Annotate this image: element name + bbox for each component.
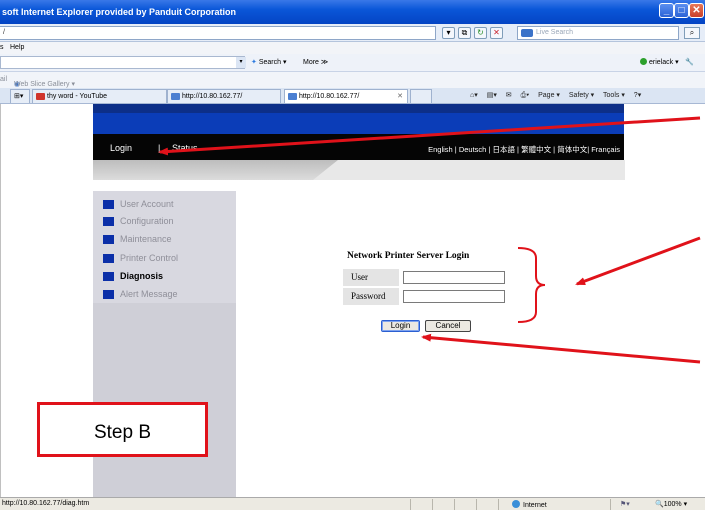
- menu-bar: s Help: [0, 42, 705, 54]
- tab-printer-2[interactable]: http://10.80.162.77/ ✕: [284, 89, 408, 103]
- password-row: Password: [343, 288, 509, 305]
- printer-nav-bar: Login | Status English | Deutsch | 日本語 |…: [93, 134, 624, 160]
- bullet-square-icon: [103, 200, 114, 209]
- printer-header-shadow: [93, 160, 625, 180]
- login-button[interactable]: Login: [381, 320, 420, 332]
- status-bar: http://10.80.162.77/diag.htm Internet ⚑▾…: [0, 497, 705, 510]
- command-safety[interactable]: Safety ▾: [569, 92, 594, 99]
- step-label: Step B: [93, 422, 152, 443]
- feeds-icon[interactable]: ▤▾: [487, 92, 497, 99]
- search-icon: ✦: [251, 59, 257, 66]
- close-button[interactable]: ✕: [689, 3, 704, 18]
- new-tab-button[interactable]: [410, 89, 432, 103]
- search-input[interactable]: Live Search: [517, 26, 679, 40]
- status-url: http://10.80.162.77/diag.htm: [2, 500, 90, 507]
- tab-youtube[interactable]: thy word - YouTube: [32, 89, 167, 103]
- toolbar-search-button[interactable]: ✦ Search ▾: [251, 58, 286, 66]
- maximize-button[interactable]: □: [674, 3, 689, 18]
- security-zone[interactable]: Internet: [512, 500, 547, 509]
- window-title: soft Internet Explorer provided by Pandu…: [2, 7, 237, 17]
- user-input[interactable]: [403, 271, 505, 284]
- favorites-bar: ail ◉ Web Slice Gallery ▾: [0, 72, 705, 88]
- maximize-icon: □: [678, 5, 685, 16]
- password-input[interactable]: [403, 290, 505, 303]
- protected-mode-icon[interactable]: ⚑▾: [620, 500, 630, 508]
- step-annotation-box: Step B: [37, 402, 208, 457]
- refresh-icon[interactable]: ↻: [474, 27, 487, 39]
- language-links[interactable]: English | Deutsch | 日本語 | 繁體中文 | 简体中文| F…: [428, 144, 620, 155]
- stop-icon[interactable]: ✕: [490, 27, 503, 39]
- close-tab-icon[interactable]: ✕: [397, 90, 403, 103]
- search-go-icon[interactable]: ⌕: [684, 27, 700, 39]
- close-icon: ✕: [692, 5, 701, 16]
- zoom-level[interactable]: 🔍100% ▾: [655, 500, 687, 508]
- printer-header-top: [93, 104, 624, 113]
- minimize-icon: _: [663, 5, 670, 16]
- mail-icon[interactable]: ✉: [506, 92, 512, 99]
- command-bar: ⌂▾ ▤▾ ✉ ⎙▾ Page ▾ Safety ▾ Tools ▾ ?▾: [470, 91, 648, 100]
- user-row: User: [343, 269, 509, 286]
- tabs-row: ⊞▾ thy word - YouTube http://10.80.162.7…: [0, 88, 705, 104]
- browser-window: soft Internet Explorer provided by Pandu…: [0, 0, 705, 510]
- nav-status-link[interactable]: Status: [172, 143, 198, 153]
- ie-page-icon: [288, 93, 297, 100]
- bullet-square-icon: [103, 272, 114, 281]
- bullet-square-icon: [103, 290, 114, 299]
- online-status-icon: [640, 58, 647, 65]
- search-placeholder: Live Search: [536, 29, 573, 36]
- nav-login-link[interactable]: Login: [110, 143, 132, 153]
- favorite-item-mail[interactable]: ail: [0, 76, 7, 83]
- user-label: User: [343, 269, 399, 286]
- bullet-square-icon: [103, 217, 114, 226]
- quick-tabs-button[interactable]: ⊞▾: [10, 89, 30, 103]
- bullet-square-icon: [103, 235, 114, 244]
- chevron-down-icon[interactable]: ▾: [236, 57, 246, 68]
- command-tools[interactable]: Tools ▾: [603, 92, 625, 99]
- dropdown-arrow-icon[interactable]: ▾: [442, 27, 455, 39]
- nav-separator: |: [158, 143, 161, 153]
- globe-icon: [512, 500, 520, 508]
- print-icon[interactable]: ⎙▾: [521, 92, 530, 99]
- command-page[interactable]: Page ▾: [538, 92, 560, 99]
- tools-wrench-icon[interactable]: 🔧: [685, 58, 694, 66]
- login-form-title: Network Printer Server Login: [347, 251, 470, 261]
- menu-item-tools[interactable]: s: [0, 44, 4, 51]
- cancel-button[interactable]: Cancel: [425, 320, 471, 332]
- toolbar: ▾ ✦ Search ▾ More ≫ erielack ▾ 🔧: [0, 54, 705, 72]
- tab-printer-1[interactable]: http://10.80.162.77/: [167, 89, 281, 103]
- compatibility-view-icon[interactable]: ⧉: [458, 27, 471, 39]
- ie-page-icon: [171, 93, 180, 100]
- menu-item-help[interactable]: Help: [10, 44, 24, 51]
- password-label: Password: [343, 288, 399, 305]
- toolbar-search-combo[interactable]: [0, 56, 245, 69]
- live-search-logo-icon: [521, 29, 533, 37]
- address-bar: / ▾ ⧉ ↻ ✕ Live Search ⌕: [0, 24, 705, 42]
- user-status[interactable]: erielack ▾: [640, 58, 679, 66]
- title-bar: soft Internet Explorer provided by Pandu…: [0, 0, 705, 24]
- printer-header-banner: [93, 113, 624, 134]
- home-icon[interactable]: ⌂▾: [470, 92, 478, 99]
- bullet-square-icon: [103, 254, 114, 263]
- youtube-icon: [36, 93, 45, 100]
- toolbar-more-button[interactable]: More ≫: [303, 58, 328, 66]
- address-input[interactable]: /: [0, 26, 436, 40]
- minimize-button[interactable]: _: [659, 3, 674, 18]
- help-icon[interactable]: ?▾: [634, 92, 641, 99]
